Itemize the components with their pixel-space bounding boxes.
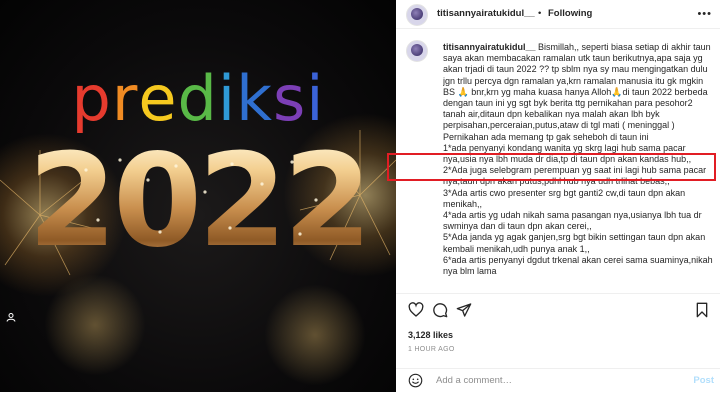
headline-letter: p (71, 62, 112, 135)
more-horizontal-icon[interactable]: ••• (697, 8, 712, 20)
share-icon[interactable] (456, 302, 472, 318)
post-details-panel: titisannyairatukidul__ • Following ••• t… (396, 0, 720, 392)
headline-letter: e (138, 62, 178, 135)
comment-bar: Add a comment… Post (396, 368, 720, 393)
prediksi-headline: prediksi (0, 62, 396, 135)
header-username[interactable]: titisannyairatukidul__ (437, 8, 535, 19)
headline-letter: i (306, 62, 325, 135)
caption-avatar[interactable] (406, 40, 428, 62)
timestamp[interactable]: 1 HOUR AGO (408, 346, 455, 353)
highlight-box (387, 153, 716, 181)
avatar[interactable] (406, 4, 428, 26)
tagged-user-icon[interactable] (6, 312, 16, 322)
caption-line: Pernikahan ada memang tp gak seheboh di … (443, 131, 649, 142)
likes-count[interactable]: 3,128 likes (408, 330, 453, 340)
post-comment-button[interactable]: Post (693, 375, 714, 386)
comment-icon[interactable] (432, 302, 448, 318)
action-bar (396, 293, 720, 324)
headline-letter: i (217, 62, 237, 135)
header-separator: • (538, 8, 542, 19)
headline-letter: s (272, 62, 307, 135)
post-header: titisannyairatukidul__ • Following ••• (396, 0, 720, 29)
headline-letter: k (236, 62, 273, 135)
heart-icon[interactable] (408, 302, 424, 318)
caption-line: 6*ada artis penyanyi dgdut trkenal akan … (443, 254, 715, 277)
following-button[interactable]: Following (548, 8, 592, 19)
headline-letter: d (177, 62, 218, 135)
caption-line-intro: titisannyairatukidul__ Bismillah,, seper… (443, 42, 714, 131)
emoji-icon[interactable] (408, 373, 423, 388)
caption-line: 4*ada artis yg udah nikah sama pasangan … (443, 210, 705, 232)
bookmark-icon[interactable] (694, 302, 710, 318)
post-image[interactable]: prediksi 2022 (0, 0, 396, 392)
comment-input[interactable]: Add a comment… (436, 375, 512, 386)
caption-username[interactable]: titisannyairatukidul__ (443, 42, 536, 52)
balloon-bulbs (84, 158, 318, 236)
caption-line: 5*Ada janda yg agak ganjen,srg bgt bikin… (443, 232, 708, 254)
caption-line: 3*Ada artis cwo presenter srg bgt ganti2… (443, 187, 688, 209)
headline-letter: r (111, 62, 139, 135)
